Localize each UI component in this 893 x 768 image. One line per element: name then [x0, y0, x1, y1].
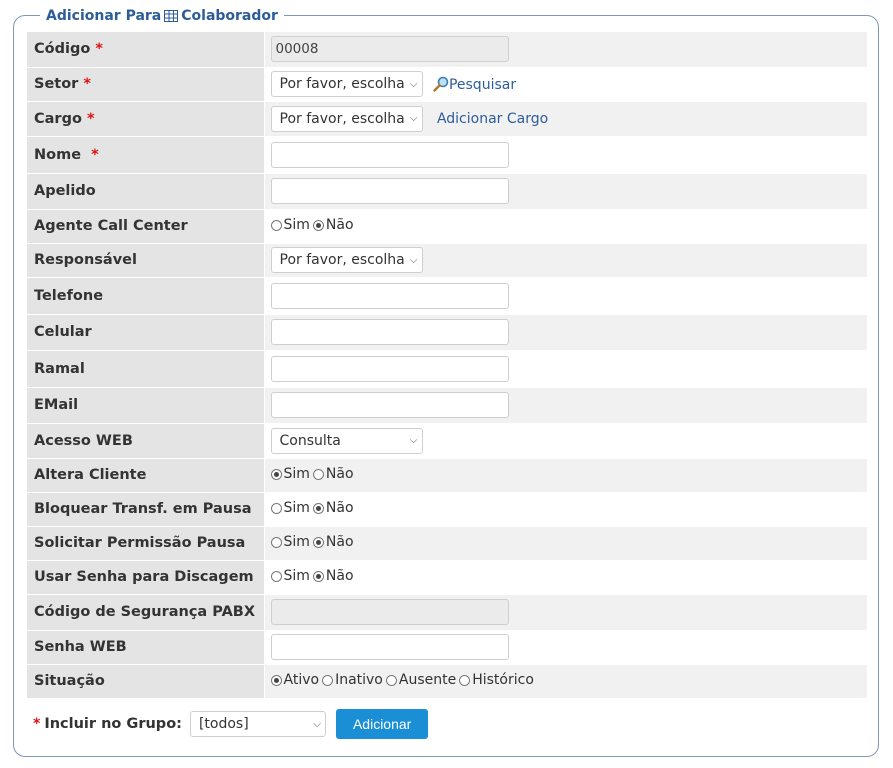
row-codigo: Código *: [27, 32, 867, 68]
label-nome: Nome *: [27, 136, 265, 174]
situacao-ausente-radio[interactable]: Ausente: [385, 672, 456, 688]
row-senha-web: Senha WEB: [27, 630, 867, 665]
form-legend: Adicionar Para Colaborador: [40, 6, 284, 26]
chevron-down-icon: ⌵: [409, 254, 418, 266]
label-setor: Setor *: [27, 67, 265, 102]
required-mark: *: [83, 76, 91, 92]
situacao-ativo-radio[interactable]: Ativo: [270, 672, 319, 688]
celular-field[interactable]: [270, 319, 509, 345]
row-telefone: Telefone: [27, 277, 867, 315]
label-email: EMail: [27, 387, 265, 424]
adicionar-button[interactable]: Adicionar: [335, 709, 429, 739]
row-nome: Nome *: [27, 136, 867, 174]
grupo-select[interactable]: [todos] ⌵: [189, 711, 326, 737]
row-bloquear: Bloquear Transf. em Pausa Sim Não: [27, 492, 867, 527]
colaborador-form: Código * Setor * Por favor, escolha⌵ Pes…: [27, 32, 867, 699]
label-ramal: Ramal: [27, 350, 265, 388]
row-altera-cliente: Altera Cliente Sim Não: [27, 458, 867, 493]
usar-senha-nao-radio[interactable]: Não: [312, 568, 354, 584]
label-agente: Agente Call Center: [27, 209, 265, 244]
row-ramal: Ramal: [27, 350, 867, 388]
row-apelido: Apelido: [27, 173, 867, 210]
adicionar-cargo-link[interactable]: Adicionar Cargo: [437, 111, 548, 127]
senha-web-field[interactable]: [270, 634, 509, 660]
required-mark: *: [95, 41, 103, 58]
row-responsavel: Responsável Por favor, escolha ⌵: [27, 243, 867, 278]
row-codigo-seg: Código de Segurança PABX: [27, 594, 867, 631]
label-celular: Celular: [27, 314, 265, 351]
label-senha-web: Senha WEB: [27, 630, 265, 665]
agente-sim-radio[interactable]: Sim: [270, 217, 310, 233]
footer: * Incluir no Grupo: [todos] ⌵ Adicionar: [33, 709, 429, 739]
setor-select[interactable]: Por favor, escolha ⌵: [270, 71, 423, 97]
row-acesso-web: Acesso WEB Consulta ⌵: [27, 423, 867, 459]
row-situacao: Situação Ativo Inativo Ausente Histórico: [27, 664, 867, 699]
chevron-down-icon: ⌵: [313, 718, 321, 730]
label-situacao: Situação: [27, 664, 265, 699]
agente-nao-radio[interactable]: Não: [312, 217, 354, 233]
row-solicitar: Solicitar Permissão Pausa Sim Não: [27, 526, 867, 561]
email-field[interactable]: [270, 392, 509, 418]
label-responsavel: Responsável: [27, 243, 265, 278]
legend-prefix: Adicionar Para: [46, 8, 162, 24]
situacao-historico-radio[interactable]: Histórico: [459, 672, 534, 688]
usar-senha-sim-radio[interactable]: Sim: [270, 568, 310, 584]
magnifier-icon: [433, 76, 449, 92]
required-mark: *: [86, 110, 95, 127]
label-solicitar: Solicitar Permissão Pausa: [27, 526, 265, 561]
nome-field[interactable]: [270, 141, 509, 168]
solicitar-sim-radio[interactable]: Sim: [270, 534, 310, 550]
incluir-grupo-label: Incluir no Grupo:: [44, 716, 182, 732]
label-bloquear: Bloquear Transf. em Pausa: [27, 492, 265, 527]
required-mark: *: [33, 716, 41, 732]
pesquisar-link[interactable]: Pesquisar: [433, 76, 516, 93]
ramal-field[interactable]: [270, 355, 509, 382]
solicitar-nao-radio[interactable]: Não: [312, 534, 354, 550]
chevron-down-icon: ⌵: [409, 78, 418, 90]
cargo-select[interactable]: Por favor, escolha ⌵: [270, 105, 423, 132]
codigo-field[interactable]: [270, 36, 509, 63]
apelido-field[interactable]: [270, 178, 509, 204]
label-altera-cliente: Altera Cliente: [27, 458, 265, 493]
label-cargo: Cargo *: [27, 101, 265, 137]
label-usar-senha: Usar Senha para Discagem: [27, 560, 265, 595]
bloquear-nao-radio[interactable]: Não: [312, 500, 354, 516]
table-grid-icon: [164, 10, 179, 22]
label-codigo-seg: Código de Segurança PABX: [27, 594, 265, 631]
legend-suffix: Colaborador: [181, 8, 278, 24]
altera-nao-radio[interactable]: Não: [312, 466, 354, 482]
chevron-down-icon: ⌵: [409, 435, 418, 446]
row-cargo: Cargo * Por favor, escolha ⌵ Adicionar Ca…: [27, 101, 867, 137]
row-celular: Celular: [27, 314, 867, 351]
row-usar-senha: Usar Senha para Discagem Sim Não: [27, 560, 867, 595]
chevron-down-icon: ⌵: [409, 113, 418, 124]
telefone-field[interactable]: [270, 282, 509, 309]
row-email: EMail: [27, 387, 867, 424]
label-acesso-web: Acesso WEB: [27, 423, 265, 459]
label-apelido: Apelido: [27, 173, 265, 210]
row-agente: Agente Call Center Sim Não: [27, 209, 867, 244]
acesso-web-select[interactable]: Consulta ⌵: [270, 427, 423, 454]
row-setor: Setor * Por favor, escolha ⌵ Pesquisar: [27, 67, 867, 102]
label-telefone: Telefone: [27, 277, 265, 315]
codigo-seg-field: [270, 599, 509, 625]
label-codigo: Código *: [27, 32, 265, 68]
responsavel-select[interactable]: Por favor, escolha ⌵: [270, 247, 423, 273]
bloquear-sim-radio[interactable]: Sim: [270, 500, 310, 516]
altera-sim-radio[interactable]: Sim: [270, 466, 310, 482]
situacao-inativo-radio[interactable]: Inativo: [322, 672, 383, 688]
required-mark: *: [91, 146, 99, 163]
